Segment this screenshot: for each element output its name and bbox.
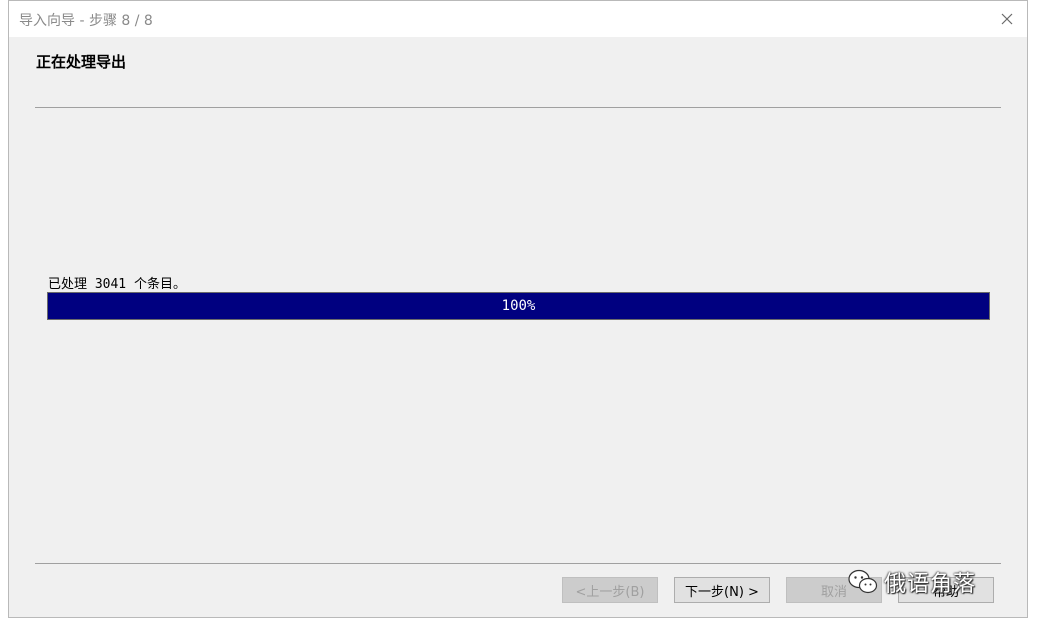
back-button[interactable]: <上一步(B) — [562, 577, 658, 603]
cancel-button[interactable]: 取消 — [786, 577, 882, 603]
header-divider — [35, 107, 1001, 108]
next-button[interactable]: 下一步(N) > — [674, 577, 770, 603]
close-icon — [1001, 13, 1013, 25]
footer-divider — [35, 563, 1001, 564]
progress-bar: 100% — [47, 292, 990, 320]
window-title: 导入向导 - 步骤 8 / 8 — [19, 13, 153, 29]
status-text: 已处理 3041 个条目。 — [48, 277, 186, 292]
page-title: 正在处理导出 — [36, 53, 127, 71]
help-button[interactable]: 帮助 — [898, 577, 994, 603]
close-button[interactable] — [993, 5, 1021, 33]
import-wizard-window: 导入向导 - 步骤 8 / 8 正在处理导出 已处理 3041 个条目。 100… — [8, 0, 1028, 618]
title-bar: 导入向导 - 步骤 8 / 8 — [9, 1, 1027, 37]
progress-label: 100% — [501, 298, 536, 314]
